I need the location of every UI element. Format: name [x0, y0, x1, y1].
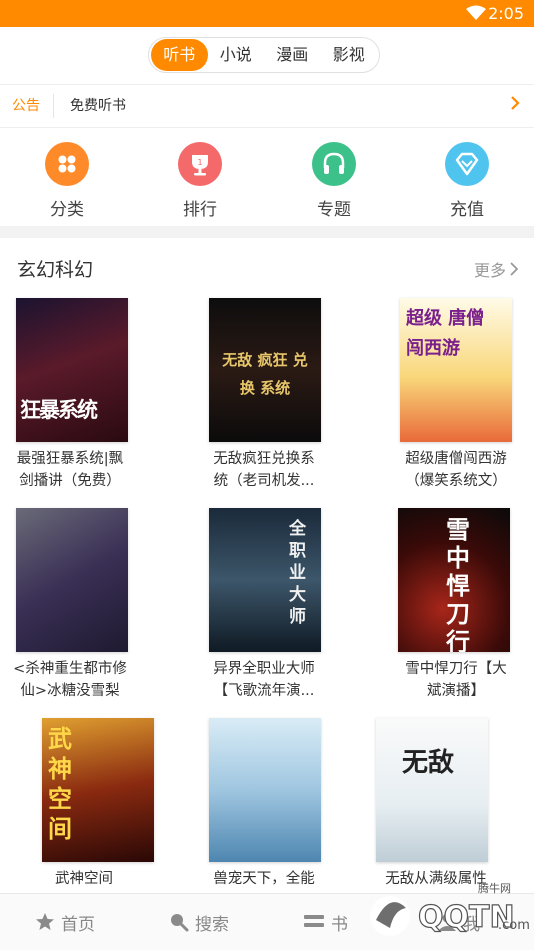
quick-nav-label: 充值: [450, 200, 484, 220]
chevron-right-icon: [511, 96, 520, 110]
book-title: <杀神重生都市修 仙>冰糖没雪梨: [0, 658, 140, 702]
book-cover: 无敌 疯狂 兑换 系统: [209, 298, 321, 442]
book-title-line: 剑播讲（免费）: [19, 473, 121, 489]
book-title: 武神空间: [14, 868, 154, 890]
book-card[interactable]: 全职业大师 异界全职业大师 【飞歌流年演...: [194, 508, 334, 702]
book-card[interactable]: 超级 唐僧 闯西游 超级唐僧闯西游 （爆笑系统文）: [386, 298, 526, 492]
book-card[interactable]: 无敌 无敌从满级属性: [366, 718, 506, 890]
quick-nav-category[interactable]: 分类: [22, 142, 112, 220]
watermark-label: 腾牛网: [478, 882, 511, 895]
content-type-switcher: 听书 小说 漫画 影视: [148, 37, 380, 73]
book-title: 超级唐僧闯西游 （爆笑系统文）: [386, 448, 526, 492]
top-bar: 听书 小说 漫画 影视: [0, 27, 534, 85]
book-title-line: 斌演播】: [427, 683, 485, 699]
quick-nav-recharge[interactable]: 充值: [422, 142, 512, 220]
book-title-line: 兽宠天下，全能: [213, 871, 315, 887]
tab-novels[interactable]: 小说: [208, 39, 265, 71]
book-cover: 武神空间: [42, 718, 154, 862]
book-card[interactable]: 狂暴系统 最强狂暴系统|飘 剑播讲（免费）: [0, 298, 140, 492]
book-cover: 全职业大师: [209, 508, 321, 652]
book-title: 异界全职业大师 【飞歌流年演...: [194, 658, 334, 702]
book-title-line: 异界全职业大师: [213, 661, 315, 677]
quick-nav-topics[interactable]: 专题: [289, 142, 379, 220]
shelf-icon: [304, 915, 324, 927]
cover-title: 狂暴系统: [20, 398, 98, 422]
book-card[interactable]: 兽宠天下，全能: [194, 718, 334, 890]
book-card[interactable]: 雪中悍刀行 雪中悍刀行【大 斌演播】: [386, 508, 526, 702]
quick-nav-label: 专题: [317, 200, 351, 220]
chevron-right-icon: [510, 262, 518, 276]
book-title-line: 最强狂暴系统|飘: [16, 451, 124, 467]
more-link[interactable]: 更多: [474, 257, 518, 281]
cover-title: 无敌: [402, 748, 455, 778]
book-title-line: 【飞歌流年演...: [213, 683, 315, 699]
tab-comics[interactable]: 漫画: [264, 39, 321, 71]
tab-label: 书: [331, 914, 348, 935]
book-card[interactable]: 无敌 疯狂 兑换 系统 无敌疯狂兑换系 统（老司机发...: [194, 298, 334, 492]
tab-bookshelf[interactable]: 书: [303, 894, 348, 950]
tab-videos[interactable]: 影视: [321, 39, 378, 71]
quick-nav: 分类 1 排行 专题 充值: [0, 128, 534, 226]
book-title-line: 超级唐僧闯西游: [405, 451, 507, 467]
book-title-line: 统（老司机发...: [213, 473, 315, 489]
book-cover: 无敌: [376, 718, 488, 862]
book-cover: [16, 508, 128, 652]
book-title: 无敌疯狂兑换系 统（老司机发...: [194, 448, 334, 492]
section-title: 玄幻科幻: [17, 259, 94, 281]
more-label: 更多: [473, 261, 506, 280]
grid-icon: [45, 142, 89, 186]
tab-search[interactable]: 搜索: [169, 894, 229, 950]
svg-text:1: 1: [197, 158, 202, 167]
headphones-icon: [312, 142, 356, 186]
section-gap: [0, 226, 534, 238]
notice-bar[interactable]: 公告 免费听书: [0, 85, 534, 127]
wifi-icon: [466, 5, 486, 20]
book-card[interactable]: <杀神重生都市修 仙>冰糖没雪梨: [0, 508, 140, 702]
book-title-line: 无敌疯狂兑换系: [213, 451, 315, 467]
quick-nav-ranking[interactable]: 1 排行: [155, 142, 245, 220]
book-title-line: 武神空间: [55, 871, 113, 887]
notice-tag: 公告: [12, 98, 40, 114]
book-title-line: 仙>冰糖没雪梨: [20, 683, 120, 699]
quick-nav-label: 分类: [50, 200, 84, 220]
cover-title: 全职业大师: [289, 519, 306, 627]
cover-title: 无敌 疯狂 兑换 系统: [222, 351, 308, 397]
tab-label: 搜索: [195, 914, 229, 935]
book-title-line: （爆笑系统文）: [405, 473, 507, 489]
star-icon: [36, 913, 54, 930]
quick-nav-label: 排行: [183, 200, 217, 220]
book-cover: 雪中悍刀行: [398, 508, 510, 652]
cover-title: 武神空间: [48, 725, 72, 843]
book-card[interactable]: 武神空间 武神空间: [14, 718, 154, 890]
divider: [53, 94, 54, 118]
book-cover: 超级 唐僧 闯西游: [400, 298, 512, 442]
search-icon: [171, 914, 189, 932]
diamond-icon: [445, 142, 489, 186]
watermark-site: .com: [498, 918, 530, 933]
book-title: 最强狂暴系统|飘 剑播讲（免费）: [0, 448, 140, 492]
notice-text: 免费听书: [70, 98, 126, 114]
tab-home[interactable]: 首页: [35, 894, 95, 950]
book-cover: [209, 718, 321, 862]
tab-label: 首页: [61, 914, 95, 935]
cover-title: 超级 唐僧 闯西游: [406, 308, 485, 359]
book-title-line: 雪中悍刀行【大: [405, 661, 507, 677]
status-time: 2:05: [488, 4, 524, 23]
tab-audiobooks[interactable]: 听书: [151, 39, 208, 71]
book-title-line: <杀神重生都市修: [13, 661, 127, 677]
book-title: 兽宠天下，全能: [194, 868, 334, 890]
cover-title: 雪中悍刀行: [446, 516, 470, 652]
book-title: 雪中悍刀行【大 斌演播】: [386, 658, 526, 702]
trophy-icon: 1: [178, 142, 222, 186]
site-watermark: 腾牛网 QQTN .com: [360, 872, 530, 948]
book-cover: 狂暴系统: [16, 298, 128, 442]
status-bar: 2:05: [0, 0, 534, 27]
